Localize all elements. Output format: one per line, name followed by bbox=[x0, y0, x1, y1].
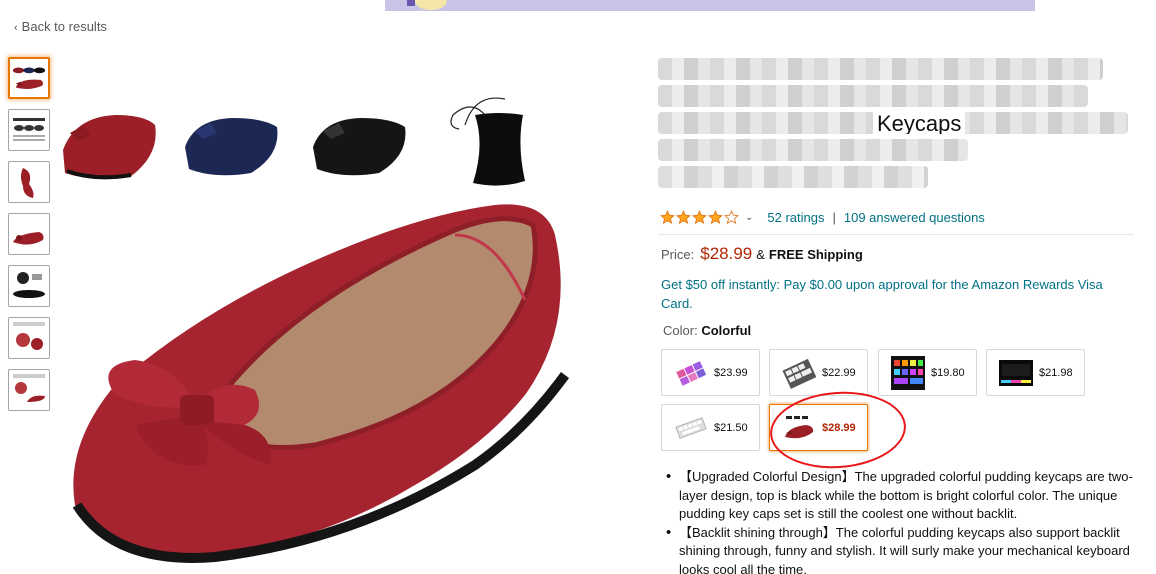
red-shoe-image bbox=[785, 415, 814, 438]
star-filled-icon bbox=[676, 210, 691, 225]
ratings-separator: | bbox=[832, 210, 836, 225]
main-product-image[interactable] bbox=[55, 85, 645, 574]
back-to-results-link[interactable]: ‹ Back to results bbox=[14, 19, 107, 34]
ratings-count-link[interactable]: 52 ratings bbox=[767, 210, 824, 225]
selected-color-value: Colorful bbox=[701, 323, 752, 338]
color-swatch-2[interactable]: $22.99 bbox=[769, 349, 868, 396]
thumbnail-2[interactable] bbox=[8, 109, 50, 151]
detail-thumbnail-image bbox=[13, 374, 45, 402]
price-label: Price: bbox=[661, 247, 695, 262]
back-link-label: Back to results bbox=[21, 19, 107, 34]
feature-bullet: 【Upgraded Colorful Design】The upgraded c… bbox=[666, 468, 1136, 524]
shoes-thumbnail-image bbox=[12, 67, 46, 90]
black-rgb-keycaps-image bbox=[999, 359, 1033, 386]
thumbnail-6[interactable] bbox=[8, 317, 50, 359]
star-filled-icon bbox=[708, 210, 723, 225]
features-thumbnail-image bbox=[13, 322, 45, 350]
white-keyboard-image bbox=[675, 416, 707, 439]
swatch-price: $28.99 bbox=[822, 421, 856, 434]
chevron-left-icon: ‹ bbox=[14, 22, 18, 34]
folded-shoe-thumbnail-image bbox=[21, 168, 34, 198]
swatch-price: $19.80 bbox=[931, 366, 965, 379]
ratings-row: ⌄ 52 ratings | 109 answered questions bbox=[660, 210, 985, 225]
banner-graphic bbox=[415, 0, 447, 10]
title-blurred-line-3: Keycaps bbox=[658, 112, 1128, 134]
rgb-keycaps-image bbox=[891, 355, 925, 390]
free-shipping-label: FREE Shipping bbox=[768, 247, 863, 262]
thumbnail-4[interactable] bbox=[8, 213, 50, 255]
feature-bullet: 【Backlit shining through】The colorful pu… bbox=[666, 524, 1136, 574]
swatch-price: $22.99 bbox=[822, 366, 856, 379]
thumbnail-3[interactable] bbox=[8, 161, 50, 203]
thumbnail-7[interactable] bbox=[8, 369, 50, 411]
large-shoe bbox=[72, 204, 570, 563]
star-empty-icon bbox=[724, 210, 739, 225]
title-visible-word: Keycaps bbox=[873, 112, 966, 134]
color-label-text: Color: bbox=[663, 323, 698, 338]
price-row: Price: $28.99 & FREE Shipping bbox=[661, 244, 863, 264]
rewards-card-promo-link[interactable]: Get $50 off instantly: Pay $0.00 upon ap… bbox=[661, 275, 1131, 313]
size-chart-thumbnail-image bbox=[13, 118, 45, 141]
color-swatch-5[interactable]: $21.50 bbox=[661, 404, 760, 451]
color-swatch-1[interactable]: $23.99 bbox=[661, 349, 760, 396]
white-keycaps-image bbox=[782, 358, 816, 389]
color-swatch-4[interactable]: $21.98 bbox=[986, 349, 1085, 396]
feature-bullets: 【Upgraded Colorful Design】The upgraded c… bbox=[666, 468, 1136, 574]
price-value: $28.99 bbox=[700, 244, 753, 263]
color-selector-label: Color: Colorful bbox=[663, 323, 751, 338]
title-blurred-line-2 bbox=[658, 85, 1088, 107]
title-blurred-line-1 bbox=[658, 58, 1103, 80]
answered-questions-link[interactable]: 109 answered questions bbox=[844, 210, 985, 225]
promo-banner bbox=[385, 0, 1035, 11]
pink-keycaps-image bbox=[676, 360, 707, 386]
banner-icon bbox=[407, 0, 415, 6]
swatch-price: $21.98 bbox=[1039, 366, 1073, 379]
star-filled-icon bbox=[692, 210, 707, 225]
title-blurred-line-5 bbox=[658, 166, 928, 188]
color-variants-preview bbox=[63, 97, 525, 186]
sole-thumbnail-image bbox=[13, 272, 45, 298]
thumbnail-5[interactable] bbox=[8, 265, 50, 307]
color-swatch-6-selected[interactable]: $28.99 bbox=[769, 404, 868, 451]
shoe-side-thumbnail-image bbox=[13, 232, 44, 245]
title-blurred-line-4 bbox=[658, 139, 968, 161]
thumbnail-strip bbox=[8, 57, 52, 421]
star-rating[interactable] bbox=[660, 210, 739, 225]
product-title: Keycaps bbox=[658, 58, 1138, 193]
color-swatch-3[interactable]: $19.80 bbox=[878, 349, 977, 396]
divider bbox=[658, 234, 1134, 235]
swatch-price: $23.99 bbox=[714, 366, 748, 379]
thumbnail-1[interactable] bbox=[8, 57, 50, 99]
chevron-down-icon[interactable]: ⌄ bbox=[745, 212, 753, 223]
star-filled-icon bbox=[660, 210, 675, 225]
shipping-ampersand: & bbox=[756, 247, 765, 262]
swatch-price: $21.50 bbox=[714, 421, 748, 434]
